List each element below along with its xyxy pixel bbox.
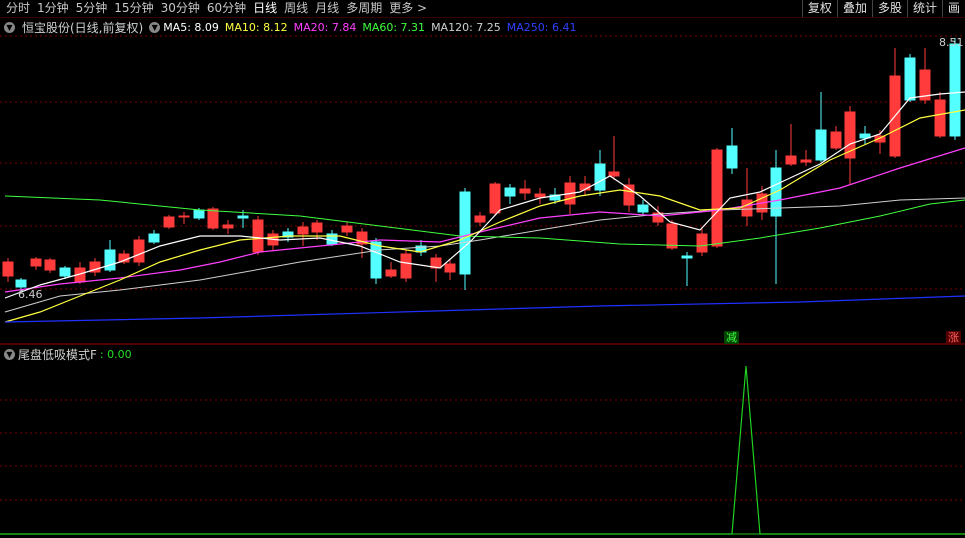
candle-body <box>785 155 797 165</box>
candle-body <box>741 199 753 217</box>
ma-label-4: MA120: 7.25 <box>431 20 501 34</box>
chevron-down-icon[interactable]: ▼ <box>4 348 15 360</box>
candle-body <box>311 222 323 233</box>
ma-label-0: MA5: 8.09 <box>163 20 219 34</box>
stock-title: 恒宝股份(日线,前复权) <box>22 20 144 35</box>
candle-body <box>726 145 738 169</box>
ma-label-1: MA10: 8.12 <box>224 20 288 34</box>
candle-body <box>459 191 471 275</box>
sub-legend: ▼ 尾盘低吸模式F : 0.00 <box>0 346 132 362</box>
candle-body <box>59 267 71 277</box>
candle-body <box>370 241 382 279</box>
candle-body <box>133 239 145 263</box>
indicator-title: 尾盘低吸模式F <box>18 347 97 362</box>
candle-body <box>830 131 842 149</box>
candle-body <box>104 249 116 271</box>
candle-body <box>504 187 516 197</box>
candle-body <box>534 193 546 198</box>
indicator-line <box>0 365 965 535</box>
candle-body <box>666 223 678 249</box>
ma-label-5: MA250: 6.41 <box>506 20 577 34</box>
candle-body <box>800 159 812 163</box>
candle-body <box>297 226 309 235</box>
candle-body <box>904 57 916 101</box>
candle-body <box>696 233 708 253</box>
candle-body <box>30 258 42 267</box>
candle-body <box>252 219 264 253</box>
main-legend: ▼ 恒宝股份(日线,前复权) ▼ MA5: 8.09 MA10: 8.12 MA20… <box>0 19 583 35</box>
ma250-line <box>4 295 965 323</box>
candle-body <box>400 253 412 279</box>
candle-body <box>815 129 827 161</box>
ma120-line <box>4 197 965 313</box>
candle-body <box>474 215 486 223</box>
chevron-down-icon[interactable]: ▼ <box>149 21 161 33</box>
candle-body <box>2 261 14 277</box>
chevron-down-icon[interactable]: ▼ <box>4 21 15 33</box>
candle-body <box>934 99 946 137</box>
candle-body <box>637 204 649 213</box>
candle-body <box>178 215 190 218</box>
low-price-label: 6.46 <box>18 288 43 301</box>
candle-body <box>148 233 160 243</box>
candle-body <box>163 216 175 228</box>
signal-reduce-label: 减 <box>724 331 739 344</box>
candle-body <box>237 215 249 219</box>
candle-body <box>711 149 723 247</box>
candle-body <box>608 171 620 177</box>
candle-body <box>15 279 27 288</box>
candle-body <box>489 183 501 214</box>
candle-body <box>681 255 693 259</box>
candle-body <box>44 259 56 271</box>
ma-label-2: MA20: 7.84 <box>293 20 357 34</box>
candle-body <box>341 225 353 233</box>
indicator-value: : 0.00 <box>99 347 132 361</box>
ma-label-3: MA60: 7.31 <box>362 20 426 34</box>
high-price-label: 8.51 <box>939 36 964 49</box>
candlestick-chart <box>0 35 965 535</box>
candle-body <box>949 43 961 137</box>
ma-legend: MA5: 8.09 MA10: 8.12 MA20: 7.84 MA60: 7.31 M… <box>163 21 582 34</box>
candle-body <box>594 163 606 191</box>
candle-body <box>222 224 234 229</box>
candle-body <box>519 188 531 194</box>
candle-body <box>207 208 219 229</box>
candle-body <box>385 269 397 277</box>
candle-body <box>444 263 456 273</box>
candle-body <box>193 209 205 219</box>
signal-rise-label: 涨 <box>946 331 961 344</box>
